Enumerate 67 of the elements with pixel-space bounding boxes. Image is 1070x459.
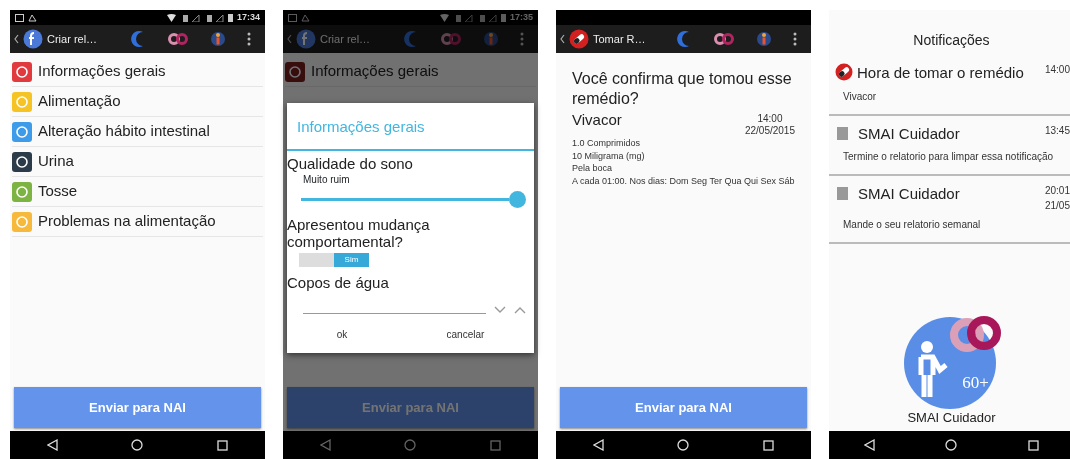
person-icon[interactable] (757, 30, 771, 48)
rings-icon[interactable] (713, 33, 735, 45)
field-label: Apresentou mudança comportamental? (287, 215, 431, 251)
rings-icon[interactable] (167, 33, 189, 45)
dose-date: 22/05/2015 (744, 125, 795, 137)
pill-icon (835, 63, 853, 81)
dialog-button[interactable]: ok (330, 326, 354, 343)
dialog-title: Informações gerais (287, 103, 534, 151)
logo-badge-text: 60+ (962, 372, 989, 394)
toolbar-title: Criar rel… (320, 31, 371, 47)
battery-icon (227, 13, 233, 22)
app-logo-icon (23, 29, 43, 49)
recent-apps-icon[interactable] (217, 439, 229, 451)
wifi-icon (166, 13, 176, 22)
notification-time: 13:45 (1044, 123, 1070, 138)
menu-item-label[interactable]: Informações gerais (38, 60, 166, 83)
notification-text: Mande o seu relatorio semanal (842, 218, 982, 232)
person-icon[interactable] (211, 30, 225, 48)
menu-item-label[interactable]: Tosse (38, 180, 78, 203)
notification-title[interactable]: Hora de tomar o remédio (857, 62, 1041, 85)
slider-value: Muito ruim (302, 172, 351, 187)
toolbar-title: Criar rel… (47, 31, 98, 47)
more-options-icon[interactable] (793, 32, 797, 46)
status-time: 17:34 (236, 10, 260, 24)
medicine-detail: 1.0 Comprimidos (572, 137, 642, 150)
notification-text: Termine o relatorio para limpar essa notificação (842, 150, 1055, 164)
screen-title: Notificações (912, 31, 991, 50)
notification-text: Vivacor (842, 89, 878, 104)
notification-title[interactable]: SMAI Cuidador (858, 122, 1041, 145)
notification-title[interactable]: SMAI Cuidador (858, 183, 1041, 206)
medicine-name: Vivacor (572, 110, 622, 130)
menu-item-label[interactable]: Alteração hábito intestinal (38, 120, 210, 143)
notification-time: 14:00 (1044, 63, 1070, 77)
back-icon[interactable] (560, 34, 565, 44)
toolbar-title: Tomar R… (593, 31, 646, 47)
app-logo-icon (296, 29, 316, 49)
more-options-icon[interactable] (247, 32, 251, 46)
medicine-detail: Pela boca (572, 162, 614, 175)
app-icon (837, 126, 848, 140)
slider-thumb[interactable] (509, 190, 526, 208)
dose-time: 14:00 (756, 113, 784, 125)
menu-item-label[interactable]: Alimentação (38, 90, 121, 113)
medicine-detail: 10 Miligrama (mg) (572, 149, 646, 163)
logo-caption: SMAI Cuidador (907, 408, 996, 427)
back-icon[interactable] (14, 34, 19, 44)
chevron-up-icon[interactable] (514, 305, 526, 314)
menu-item-label[interactable]: Informações gerais (311, 60, 439, 83)
dialog-button[interactable]: cancelar (440, 326, 491, 343)
field-label: Copos de água (287, 274, 390, 292)
medicine-detail: A cada 01:00. Nos dias: Dom Seg Ter Qua Qui Sex Sáb (572, 174, 795, 188)
notification-time: 20:01 (1044, 184, 1070, 198)
home-icon[interactable] (131, 439, 144, 451)
recent-apps-icon[interactable] (763, 439, 775, 451)
notification-date: 21/05 (1044, 199, 1070, 213)
confirm-question: Você confirma que tomou esse remédio? (572, 69, 793, 109)
recent-apps-icon[interactable] (1027, 439, 1039, 451)
pill-icon (569, 29, 589, 49)
status-time: 17:35 (509, 10, 533, 24)
home-icon[interactable] (677, 439, 690, 451)
app-icon (837, 187, 848, 200)
home-icon[interactable] (945, 439, 958, 451)
wifi-icon (439, 13, 449, 22)
field-label: Qualidade do sono (287, 154, 414, 172)
chevron-down-icon[interactable] (494, 305, 506, 314)
menu-item-label[interactable]: Urina (38, 150, 74, 173)
menu-item-label[interactable]: Problemas na alimentação (38, 210, 216, 233)
battery-icon (500, 13, 506, 22)
